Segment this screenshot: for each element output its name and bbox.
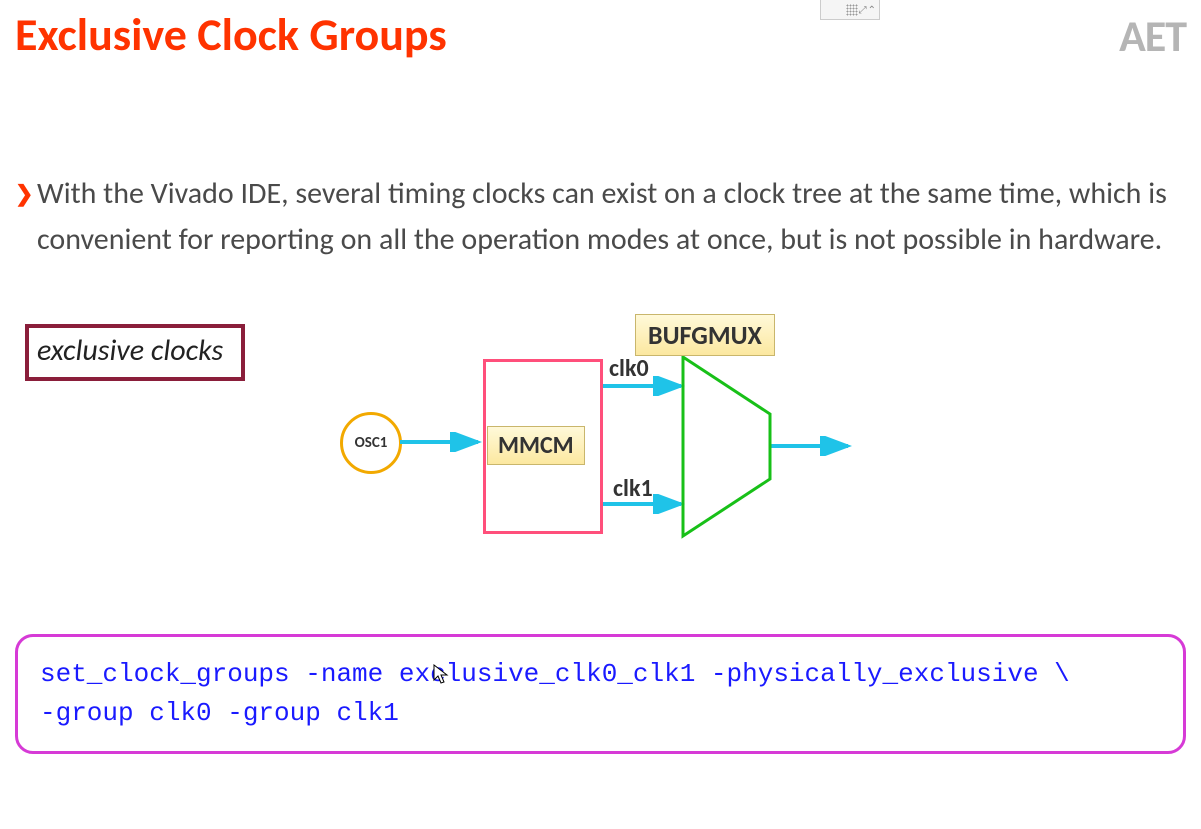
page-title: Exclusive Clock Groups	[15, 10, 447, 61]
exclusive-clocks-box: exclusive clocks	[25, 324, 245, 381]
clk0-label: clk0	[609, 354, 649, 383]
bullet-text: With the Vivado IDE, several timing cloc…	[37, 175, 1167, 259]
bufgmux-label: BUFGMUX	[635, 314, 775, 356]
expand-icon: ⤢	[859, 3, 867, 16]
main-bullet: ❯ With the Vivado IDE, several timing cl…	[15, 171, 1186, 264]
header: Exclusive Clock Groups AET	[15, 10, 1186, 61]
diagram: exclusive clocks OSC1 MMCM clk0 clk1 BUF…	[15, 324, 1186, 574]
grid-icon	[846, 4, 858, 16]
bullet-icon: ❯	[15, 177, 33, 211]
mmcm-label: MMCM	[487, 426, 585, 465]
clk1-label: clk1	[613, 474, 653, 503]
mouse-cursor-icon	[433, 664, 451, 686]
logo: AET	[1119, 14, 1186, 58]
arrow-osc-mmcm	[400, 432, 490, 452]
top-toolbar-widget: ⤢ ⌃	[820, 0, 880, 20]
chevron-up-icon: ⌃	[868, 3, 876, 16]
mux-shape	[680, 354, 790, 539]
code-box: set_clock_groups -name exclusive_clk0_cl…	[15, 634, 1186, 754]
oscillator: OSC1	[340, 412, 402, 474]
